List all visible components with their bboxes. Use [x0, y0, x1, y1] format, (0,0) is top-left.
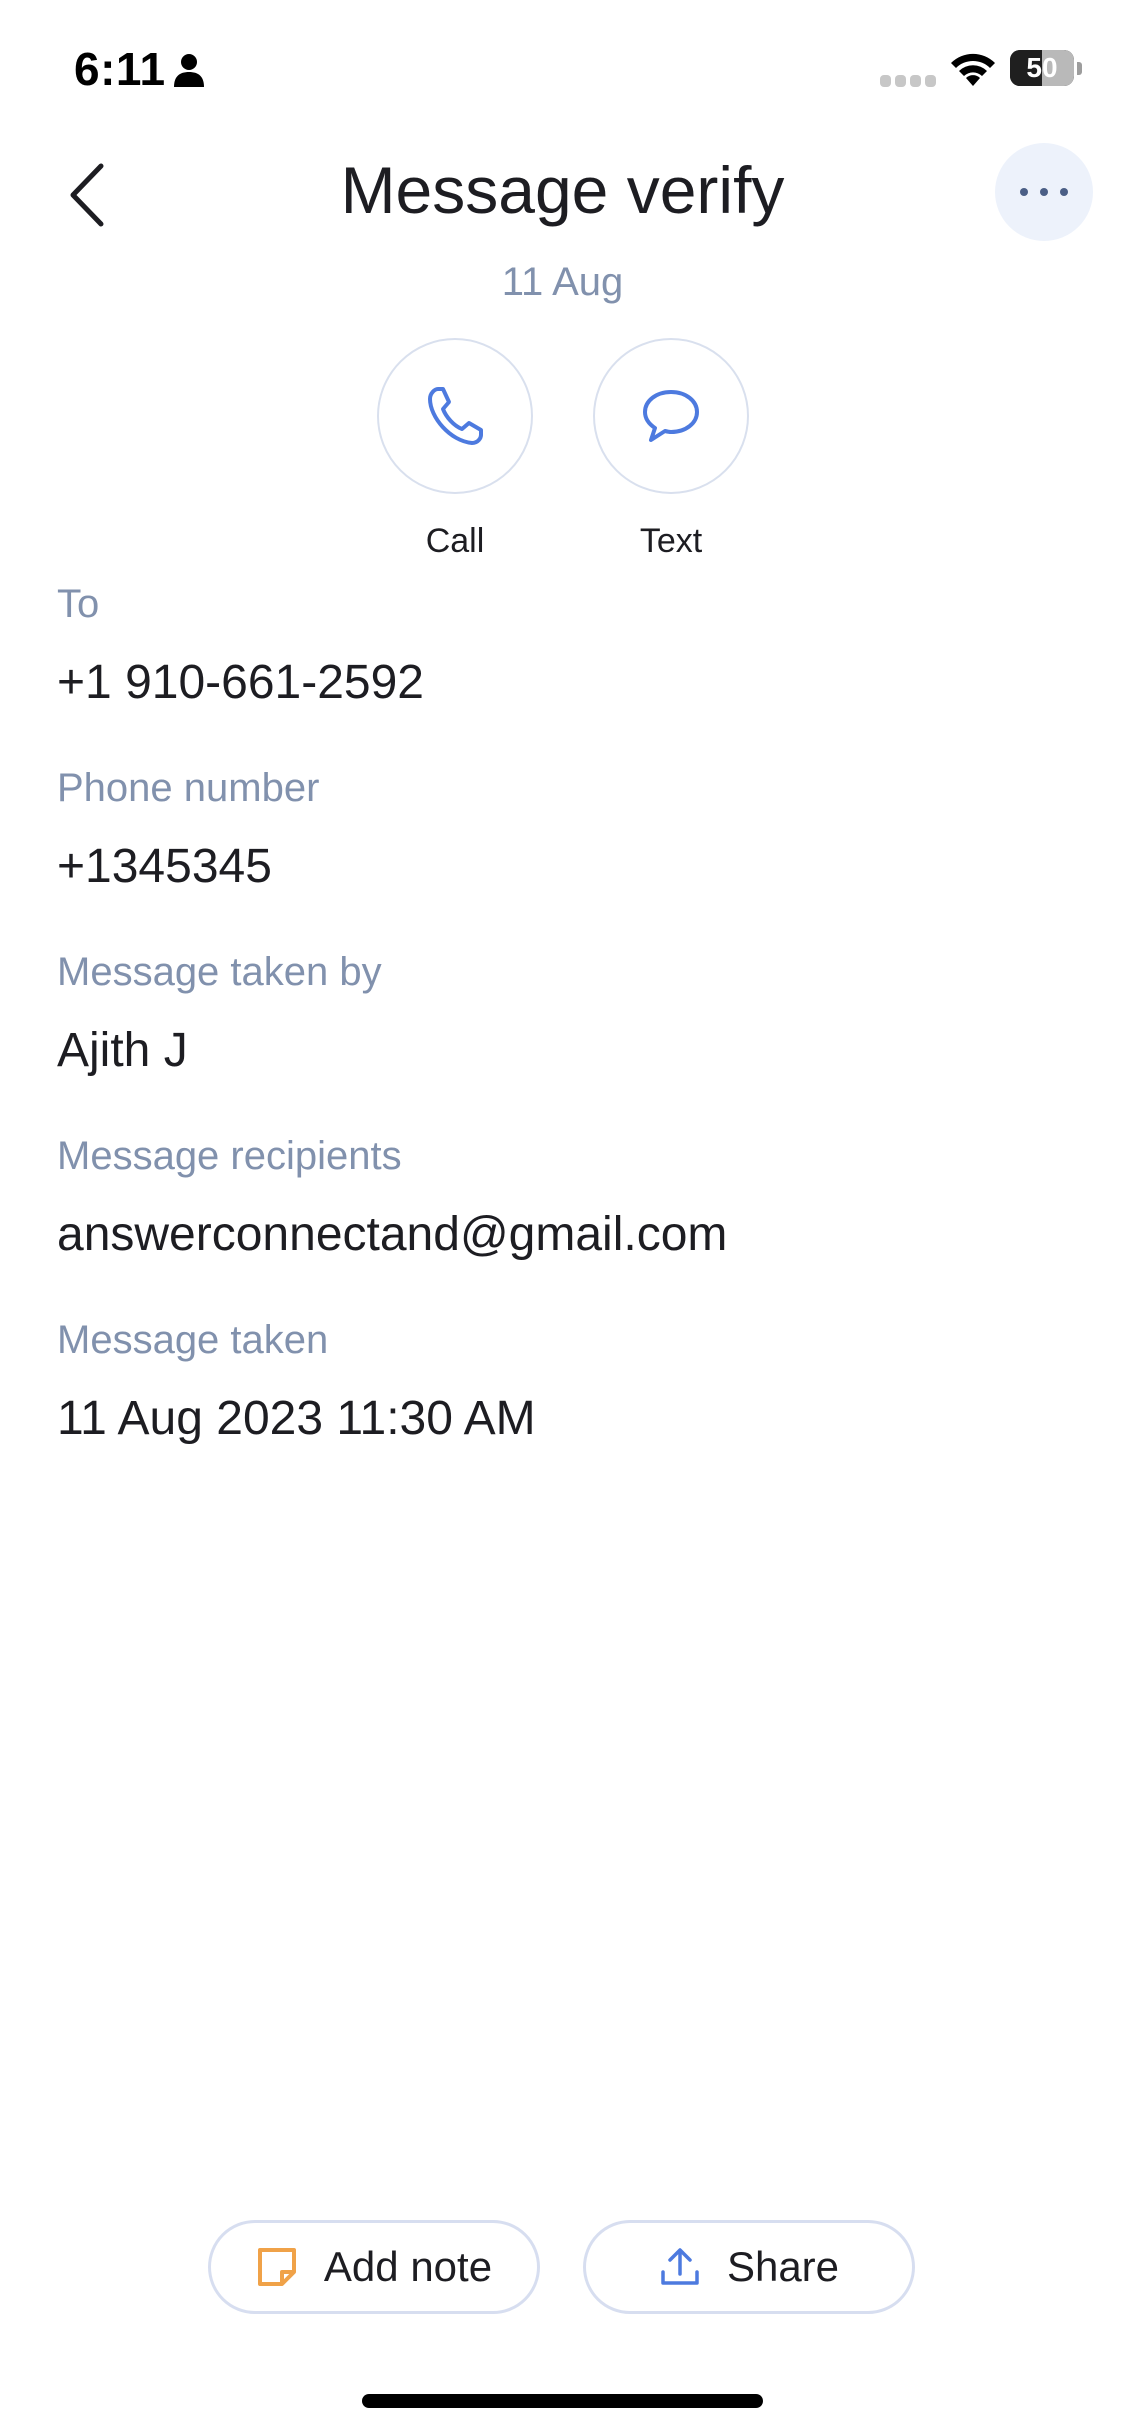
note-icon [257, 2248, 296, 2286]
field-label: Message recipients [57, 1134, 402, 1178]
ellipsis-icon [1020, 188, 1068, 196]
message-detail-screen: 6:11 50 Message verify 11 Aug Call Text … [0, 0, 1125, 2436]
back-button[interactable] [52, 150, 122, 240]
field-value: +1345345 [57, 840, 272, 893]
field-value: +1 910-661-2592 [57, 656, 424, 709]
page-title: Message verify [340, 153, 785, 227]
text-label: Text [639, 522, 703, 560]
text-button[interactable] [593, 338, 749, 494]
upload-icon [661, 2248, 699, 2285]
chat-bubble-icon [643, 390, 699, 442]
field-message-taken-by: Message taken by Ajith J [57, 950, 1077, 1078]
share-button[interactable]: Share [583, 2220, 915, 2314]
call-action[interactable]: Call [377, 338, 533, 561]
field-label: Message taken by [57, 950, 382, 994]
call-label: Call [425, 522, 485, 560]
cellular-signal-icon [880, 75, 936, 87]
field-value: answerconnectand@gmail.com [57, 1208, 728, 1261]
more-options-button[interactable] [995, 143, 1093, 241]
add-note-label: Add note [323, 2243, 493, 2290]
home-indicator[interactable] [362, 2394, 763, 2408]
battery-level: 50 [1026, 52, 1058, 83]
field-label: Message taken [57, 1318, 329, 1362]
phone-icon [428, 387, 483, 445]
person-icon [174, 54, 204, 87]
message-date: 11 Aug [501, 260, 624, 304]
field-to: To +1 910-661-2592 [57, 582, 1077, 710]
share-label: Share [726, 2243, 840, 2290]
battery-tip [1077, 62, 1082, 75]
add-note-button[interactable]: Add note [208, 2220, 540, 2314]
field-phone-number: Phone number +1345345 [57, 766, 1077, 894]
status-time: 6:11 [74, 43, 166, 95]
text-action[interactable]: Text [593, 338, 749, 561]
status-bar: 6:11 50 [0, 0, 1125, 140]
field-label: Phone number [57, 766, 320, 810]
field-value: 11 Aug 2023 11:30 AM [57, 1392, 536, 1445]
field-value: Ajith J [57, 1024, 188, 1077]
field-message-taken: Message taken 11 Aug 2023 11:30 AM [57, 1318, 1077, 1446]
field-label: To [57, 582, 100, 626]
wifi-icon [951, 53, 995, 86]
call-button[interactable] [377, 338, 533, 494]
battery-icon: 50 [1010, 50, 1074, 86]
field-message-recipients: Message recipients answerconnectand@gmai… [57, 1134, 1077, 1262]
chevron-left-icon [70, 163, 104, 227]
